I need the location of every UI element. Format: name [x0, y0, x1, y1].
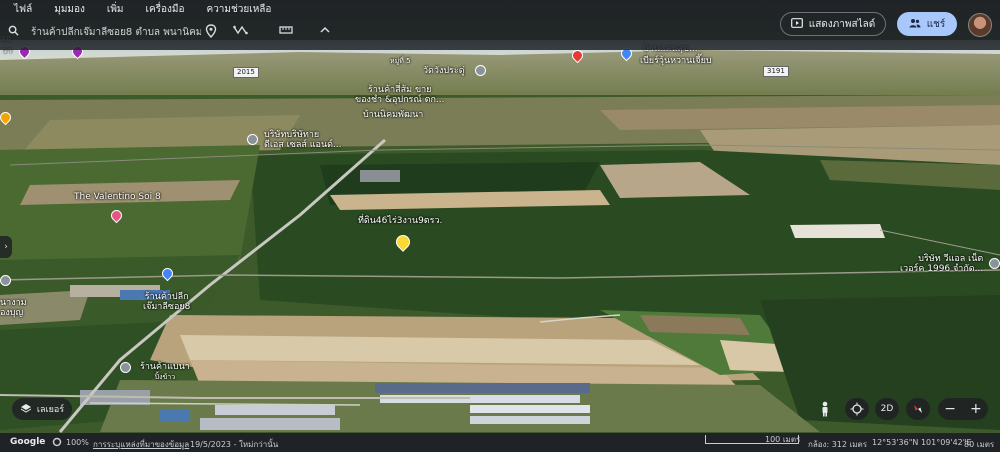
label-line: เวอร์ค 1996 จำกัด...	[900, 264, 984, 274]
path-icon[interactable]	[233, 24, 249, 41]
load-percent: 100%	[66, 438, 89, 447]
loading-icon	[52, 437, 62, 449]
compass-button[interactable]	[906, 398, 930, 420]
map-label[interactable]: นางาม องบุญ	[0, 298, 27, 318]
scale-label: 100 เมตร	[765, 435, 801, 444]
compass-icon	[914, 405, 922, 413]
label-line: ร้านค้าแบนา	[140, 362, 190, 372]
map-label[interactable]: ร้านค้าปลีก เจ๊มาลีซอย8	[143, 292, 190, 312]
company-pin[interactable]	[989, 258, 1000, 269]
chevron-up-icon[interactable]	[319, 24, 331, 41]
label-line: บริษัทบริษัทาย	[264, 130, 320, 140]
label-line: ร้านค้าสี่ส้ม ขาย	[368, 85, 432, 95]
satellite-map[interactable]: 2015 3191 หมู่ที่ 5 วัดวังประดู่ บ้านแสน…	[0, 0, 1000, 452]
map-label[interactable]: หมู่ที่ 5	[390, 56, 411, 66]
share-people-icon	[909, 18, 921, 31]
map-label[interactable]: เบียร์วุ้นหวานเจี๊ยบ	[640, 56, 712, 66]
data-attribution-link[interactable]: การระบุแหล่งที่มาของข้อมูล	[93, 438, 189, 451]
search-icon[interactable]	[8, 25, 19, 39]
map-label[interactable]: บริษัทบริษัทาย ดีเอส เซลส์ แอนด์...	[264, 130, 342, 150]
company-pin[interactable]	[247, 134, 258, 145]
label-line: ปิ้งข้าว	[154, 373, 176, 381]
placemark-icon[interactable]	[205, 24, 217, 41]
expand-panel-arrow-icon[interactable]: ›	[0, 236, 12, 258]
map-label[interactable]: วัดวังประดู่	[423, 66, 465, 76]
map-label[interactable]: บ้านนิคมพัฒนา	[363, 110, 423, 120]
label-line: นางาม	[0, 298, 27, 308]
top-toolbar: ไฟล์ มุมมอง เพิ่ม เครื่องมือ ความช่วยเหล…	[0, 0, 1000, 50]
slideshow-icon	[790, 17, 803, 31]
elevation: 80 เมตร	[964, 440, 995, 449]
coordinates: 12°53'36"N 101°09'42"E	[872, 438, 972, 447]
label-line: บริษัท วีแอล เน็ต	[918, 254, 984, 264]
present-slideshow-button[interactable]: แสดงภาพสไลด์	[780, 12, 886, 36]
menu-tools[interactable]: เครื่องมือ	[146, 2, 185, 17]
road-number-sign: 2015	[233, 67, 259, 78]
menu-view[interactable]: มุมมอง	[54, 2, 85, 17]
menu-add[interactable]: เพิ่ม	[107, 2, 124, 17]
street-view-button[interactable]	[814, 398, 836, 420]
menu-help[interactable]: ความช่วยเหลือ	[207, 2, 272, 17]
status-bar: Google 100% การระบุแหล่งที่มาของข้อมูล 1…	[0, 433, 1000, 452]
tool-icons	[205, 24, 331, 41]
label-line: ดีเอส เซลส์ แอนด์...	[264, 140, 342, 150]
map-label[interactable]: ที่ดิน46ไร่3งาน9ตรว.	[358, 216, 442, 226]
zoom-out-icon[interactable]: −	[944, 401, 956, 417]
share-button[interactable]: แชร์	[897, 12, 957, 36]
imagery-date: 19/5/2023 - ใหม่กว่านั้น	[190, 440, 279, 449]
search-input[interactable]	[29, 25, 203, 39]
label-line: องบุญ	[0, 308, 24, 318]
satellite-imagery	[0, 40, 1000, 452]
temple-pin[interactable]	[475, 65, 486, 76]
map-label[interactable]: The Valentino Soi 8	[74, 192, 161, 202]
layers-button[interactable]: เลเยอร์	[12, 398, 72, 420]
layers-label: เลเยอร์	[36, 405, 65, 415]
layers-icon	[20, 403, 32, 416]
road-number-sign: 3191	[763, 66, 789, 77]
my-location-button[interactable]	[845, 398, 869, 420]
pegman-icon	[822, 401, 828, 417]
camera-altitude: กล้อง: 312 เมตร	[808, 440, 868, 449]
map-label[interactable]: บริษัท วีแอล เน็ต เวอร์ค 1996 จำกัด...	[900, 254, 983, 274]
menu-bar: ไฟล์ มุมมอง เพิ่ม เครื่องมือ ความช่วยเหล…	[14, 2, 271, 17]
zoom-in-icon[interactable]: +	[970, 401, 982, 417]
label-line: ของชำ &อุปกรณ์ ตก...	[355, 95, 445, 105]
menu-file[interactable]: ไฟล์	[14, 2, 32, 17]
share-label: แชร์	[926, 18, 946, 30]
ruler-icon[interactable]	[279, 24, 293, 41]
shop-pin[interactable]	[120, 362, 131, 373]
map-label[interactable]: ร้านค้าสี่ส้ม ขาย ของชำ &อุปกรณ์ ตก...	[355, 85, 444, 105]
map-label[interactable]: ร้านค้าแบนา ปิ้งข้าว	[140, 362, 190, 382]
label-line: ร้านค้าปลีก	[144, 292, 189, 302]
user-avatar[interactable]	[968, 13, 992, 37]
present-label: แสดงภาพสไลด์	[808, 18, 876, 30]
crosshair-icon	[850, 402, 864, 416]
google-logo: Google	[10, 437, 46, 447]
zoom-control: − +	[938, 398, 988, 420]
label-line: เจ๊มาลีซอย8	[143, 302, 191, 312]
toggle-2d-button[interactable]: 2D	[875, 398, 899, 420]
place-pin[interactable]	[0, 275, 11, 286]
